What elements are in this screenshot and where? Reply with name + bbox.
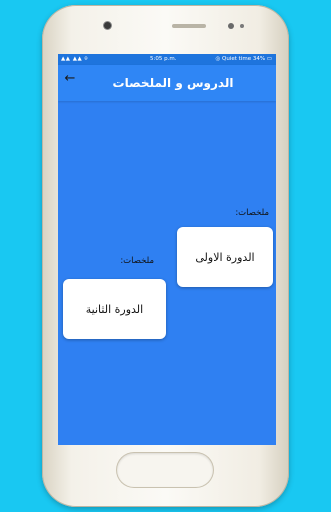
proximity-sensor (228, 23, 234, 29)
light-sensor (240, 24, 244, 28)
card-second-session[interactable]: الدورة الثانية (63, 279, 166, 339)
app-screen: ▲▲ ▲▲ ⌾ 5:05 p.m. ◎ Quiet time 34% ▭ ← ا… (58, 54, 276, 445)
page-title: الدروس و الملخصات (112, 76, 234, 90)
earpiece-speaker (172, 24, 206, 28)
app-bar: ← الدروس و الملخصات (58, 65, 276, 101)
status-bar: ▲▲ ▲▲ ⌾ 5:05 p.m. ◎ Quiet time 34% ▭ (58, 54, 276, 65)
summaries-label-2: ملخصات: (120, 256, 154, 266)
home-button[interactable] (117, 453, 213, 487)
front-camera-icon (104, 22, 111, 29)
card-first-session[interactable]: الدورة الاولى (177, 227, 273, 287)
signal-icons: ▲▲ ▲▲ ⌾ (61, 56, 89, 62)
status-time: 5:05 p.m. (150, 56, 177, 62)
status-right-info: ◎ Quiet time 34% ▭ (215, 56, 272, 62)
summaries-label-1: ملخصات: (235, 208, 269, 218)
back-arrow-icon[interactable]: ← (62, 71, 78, 87)
